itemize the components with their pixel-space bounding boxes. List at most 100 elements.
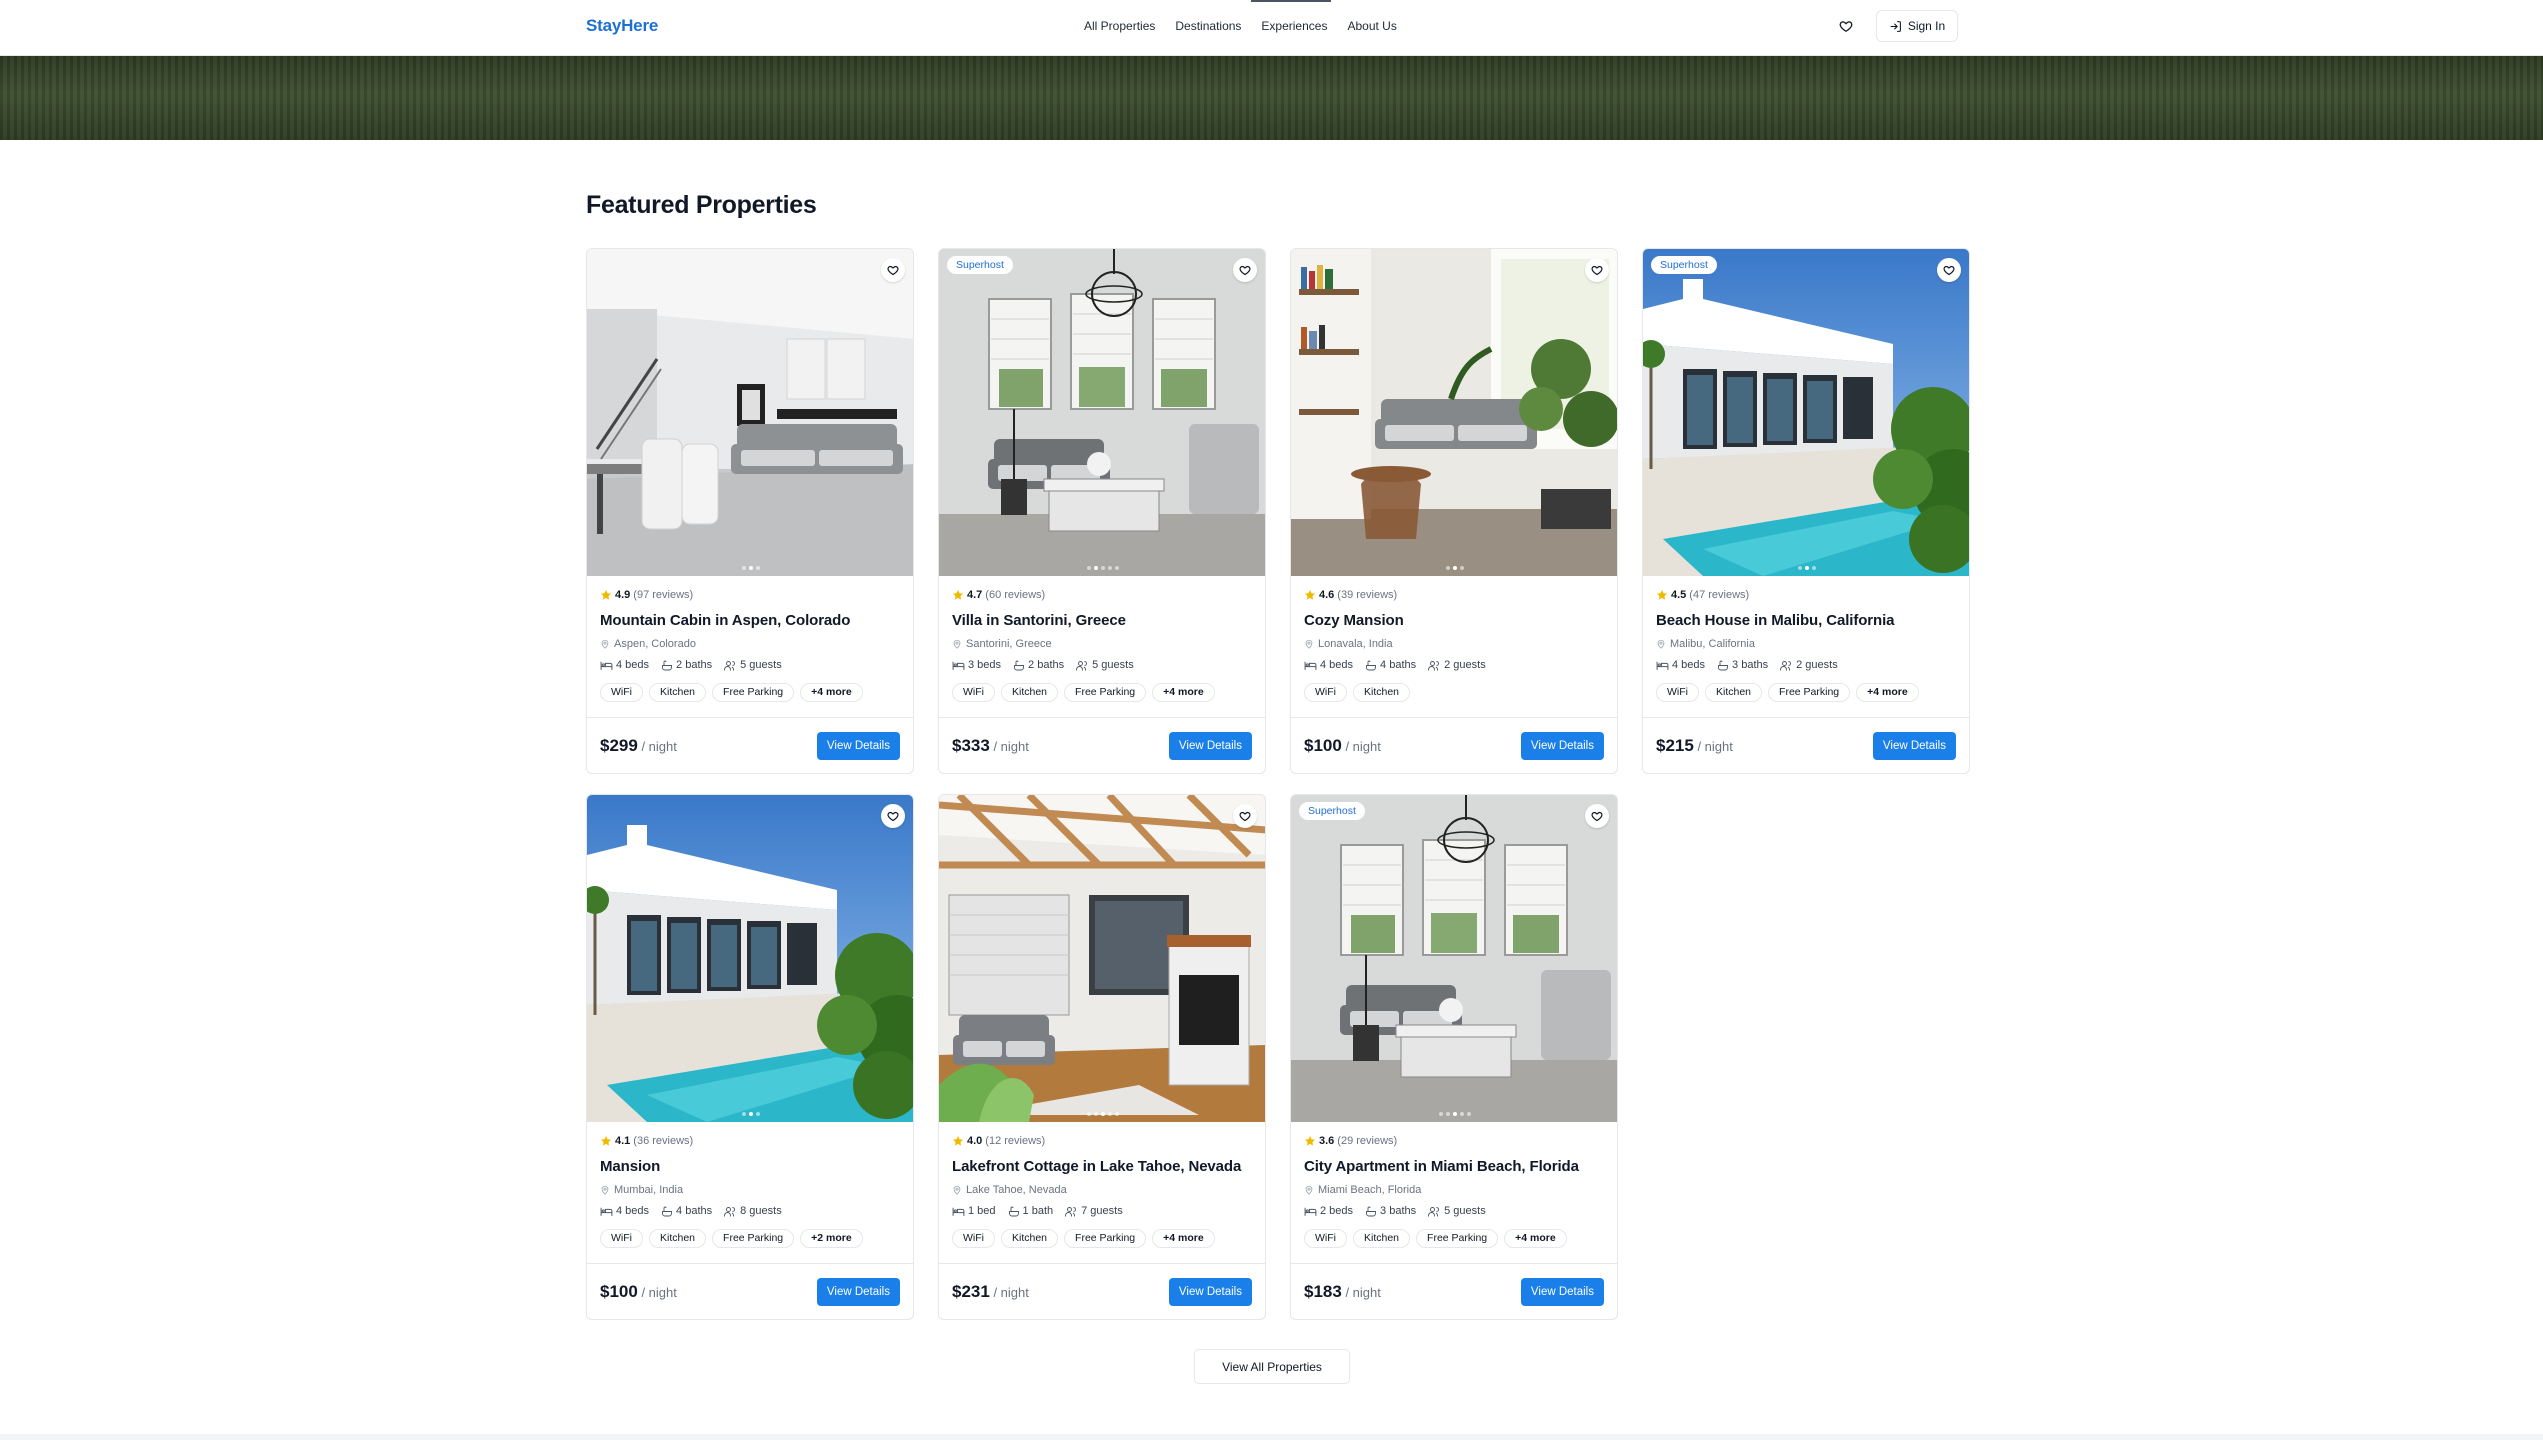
baths-text: 3 baths	[1380, 1205, 1417, 1217]
price-unit: / night	[637, 1285, 677, 1300]
amenity-chip: Free Parking	[712, 683, 795, 702]
carousel-dot[interactable]	[1798, 566, 1802, 570]
favorites-button[interactable]	[1836, 16, 1856, 36]
card-footer: $333 / night View Details	[939, 717, 1265, 773]
rating: 4.9 (97 reviews)	[600, 587, 900, 603]
carousel-dot[interactable]	[1115, 566, 1119, 570]
property-photo[interactable]: Superhost	[1291, 795, 1617, 1122]
favorite-button[interactable]	[1233, 258, 1257, 282]
carousel-dot[interactable]	[1087, 1112, 1091, 1116]
favorite-button[interactable]	[881, 258, 905, 282]
rating-value: 4.9	[615, 589, 631, 601]
star-icon	[953, 1136, 963, 1146]
carousel-dot[interactable]	[756, 566, 760, 570]
carousel-dots	[939, 566, 1265, 570]
carousel-dot[interactable]	[1108, 566, 1112, 570]
property-card[interactable]: 4.1 (36 reviews) Mansion Mumbai, India 4 …	[586, 794, 914, 1320]
property-title[interactable]: City Apartment in Miami Beach, Florida	[1304, 1158, 1604, 1176]
carousel-dot[interactable]	[1460, 566, 1464, 570]
favorite-button[interactable]	[1585, 804, 1609, 828]
carousel-dot[interactable]	[1812, 566, 1816, 570]
property-card[interactable]: Superhost 3.6 (29 reviews) City Apartment…	[1290, 794, 1618, 1320]
view-details-button[interactable]: View Details	[816, 732, 900, 760]
property-photo[interactable]	[939, 795, 1265, 1122]
view-details-button[interactable]: View Details	[1520, 1278, 1604, 1306]
view-details-button[interactable]: View Details	[1872, 732, 1956, 760]
property-title[interactable]: Lakefront Cottage in Lake Tahoe, Nevada	[952, 1158, 1252, 1176]
property-card[interactable]: 4.6 (39 reviews) Cozy Mansion Lonavala, I…	[1290, 248, 1618, 774]
price-unit: / night	[637, 739, 677, 754]
carousel-dot[interactable]	[1115, 1112, 1119, 1116]
map-pin-icon	[1657, 639, 1665, 649]
carousel-dot[interactable]	[1446, 1112, 1450, 1116]
nav-destinations[interactable]: Destinations	[1165, 0, 1332, 56]
carousel-dot[interactable]	[742, 566, 746, 570]
sign-in-button[interactable]: Sign In	[1876, 10, 1958, 42]
nav-experiences[interactable]: Experiences	[1251, 0, 1337, 56]
carousel-dot[interactable]	[749, 566, 753, 570]
amenities: WiFi Kitchen Free Parking +2 more	[600, 1229, 900, 1249]
property-card[interactable]: Superhost 4.7 (60 reviews) Villa in Santo…	[938, 248, 1266, 774]
property-photo[interactable]: Superhost	[939, 249, 1265, 576]
view-details-button[interactable]: View Details	[1168, 732, 1252, 760]
property-photo[interactable]: Superhost	[1643, 249, 1969, 576]
price-value: $183	[1304, 1282, 1342, 1301]
carousel-dot[interactable]	[1805, 566, 1809, 570]
more-amenities-chip[interactable]: +4 more	[1152, 1229, 1215, 1248]
beds-text: 4 beds	[616, 1205, 650, 1217]
more-amenities-chip[interactable]: +4 more	[800, 683, 863, 702]
carousel-dot[interactable]	[1101, 566, 1105, 570]
carousel-dot[interactable]	[749, 1112, 753, 1116]
bath-icon	[662, 1206, 672, 1216]
more-amenities-chip[interactable]: +2 more	[800, 1229, 863, 1248]
carousel-dot[interactable]	[1101, 1112, 1105, 1116]
carousel-dot[interactable]	[1446, 566, 1450, 570]
logo[interactable]: StayHere	[586, 16, 658, 36]
property-card[interactable]: 4.0 (12 reviews) Lakefront Cottage in Lak…	[938, 794, 1266, 1320]
carousel-dot[interactable]	[1108, 1112, 1112, 1116]
property-photo-image	[1291, 795, 1617, 1122]
property-title[interactable]: Villa in Santorini, Greece	[952, 612, 1252, 630]
bed-icon	[1656, 661, 1669, 670]
property-photo[interactable]	[587, 249, 913, 576]
property-card[interactable]: Superhost 4.5 (47 reviews) Beach House in…	[1642, 248, 1970, 774]
more-amenities-chip[interactable]: +4 more	[1856, 683, 1919, 702]
favorite-button[interactable]	[881, 804, 905, 828]
nav-all-properties[interactable]: All Properties	[1074, 0, 1165, 56]
carousel-dot[interactable]	[1087, 566, 1091, 570]
heart-icon	[887, 265, 899, 276]
property-photo[interactable]	[1291, 249, 1617, 576]
property-title[interactable]: Cozy Mansion	[1304, 612, 1604, 630]
more-amenities-chip[interactable]: +4 more	[1152, 683, 1215, 702]
property-title[interactable]: Mansion	[600, 1158, 900, 1176]
view-all-properties-button[interactable]: View All Properties	[1194, 1349, 1350, 1384]
carousel-dot[interactable]	[1094, 1112, 1098, 1116]
amenity-chip: WiFi	[952, 1229, 995, 1248]
favorite-button[interactable]	[1585, 258, 1609, 282]
carousel-dot[interactable]	[756, 1112, 760, 1116]
carousel-dot[interactable]	[1467, 1112, 1471, 1116]
carousel-dot[interactable]	[1453, 1112, 1457, 1116]
carousel-dot[interactable]	[1460, 1112, 1464, 1116]
view-details-button[interactable]: View Details	[1168, 1278, 1252, 1306]
favorite-button[interactable]	[1233, 804, 1257, 828]
property-card[interactable]: 4.9 (97 reviews) Mountain Cabin in Aspen,…	[586, 248, 914, 774]
property-specs: 3 beds 2 baths 5 guests	[952, 658, 1252, 672]
property-photo[interactable]	[587, 795, 913, 1122]
carousel-dot[interactable]	[742, 1112, 746, 1116]
nav-about-us[interactable]: About Us	[1337, 0, 1406, 56]
heart-icon	[1591, 811, 1603, 822]
view-details-button[interactable]: View Details	[816, 1278, 900, 1306]
property-specs: 4 beds 4 baths 8 guests	[600, 1204, 900, 1218]
carousel-dot[interactable]	[1094, 566, 1098, 570]
property-title[interactable]: Mountain Cabin in Aspen, Colorado	[600, 612, 900, 630]
carousel-dot[interactable]	[1439, 1112, 1443, 1116]
carousel-dot[interactable]	[1453, 566, 1457, 570]
view-details-button[interactable]: View Details	[1520, 732, 1604, 760]
property-specs: 1 bed 1 bath 7 guests	[952, 1204, 1252, 1218]
property-title[interactable]: Beach House in Malibu, California	[1656, 612, 1956, 630]
more-amenities-chip[interactable]: +4 more	[1504, 1229, 1567, 1248]
amenities: WiFi Kitchen Free Parking +4 more	[600, 683, 900, 703]
rating-value: 3.6	[1319, 1135, 1335, 1147]
favorite-button[interactable]	[1937, 258, 1961, 282]
